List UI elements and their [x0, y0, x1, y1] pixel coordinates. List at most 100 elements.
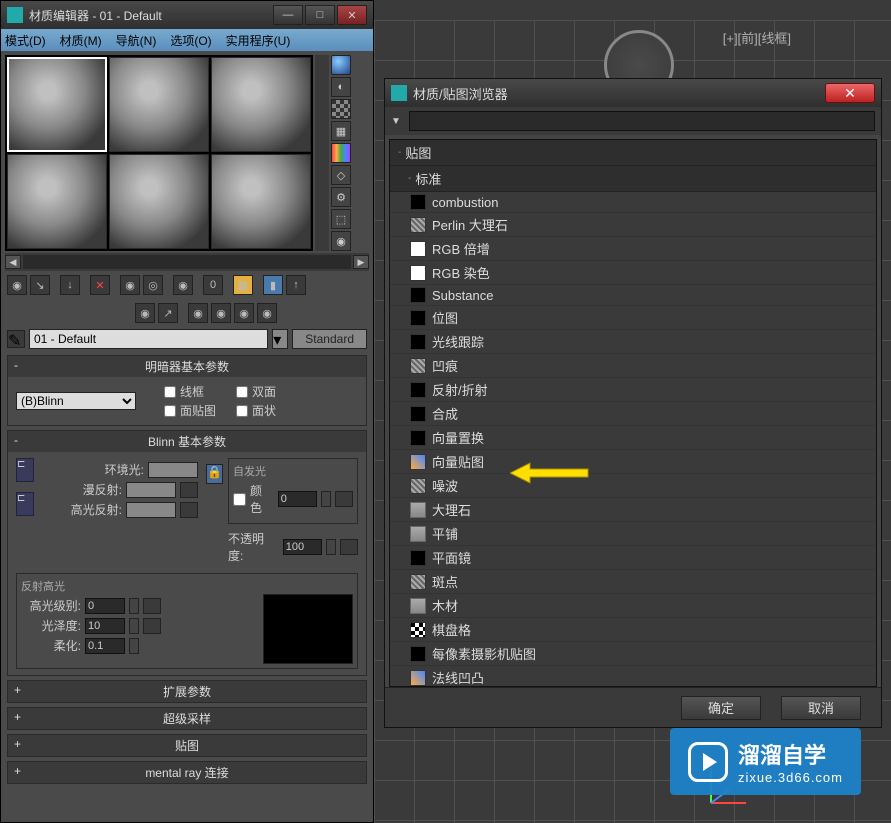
self-illum-value[interactable]: 0: [278, 491, 318, 507]
self-illum-map-button[interactable]: [335, 491, 353, 507]
diffuse-swatch[interactable]: [126, 482, 176, 498]
tree-item[interactable]: Substance: [390, 285, 876, 306]
material-editor-titlebar[interactable]: 材质编辑器 - 01 - Default — □ ✕: [1, 1, 373, 29]
video-color-icon[interactable]: [331, 143, 351, 163]
sample-slot-6[interactable]: [211, 154, 311, 249]
assign-to-selection-icon[interactable]: ↓: [60, 275, 80, 295]
opacity-value[interactable]: 100: [283, 539, 323, 555]
maximize-button[interactable]: □: [305, 5, 335, 25]
material-id-icon[interactable]: 0: [203, 275, 223, 295]
tree-item[interactable]: 光线跟踪: [390, 330, 876, 354]
make-preview-icon[interactable]: ◇: [331, 165, 351, 185]
ambient-diffuse-lock-icon[interactable]: ⊏: [16, 458, 34, 482]
tree-item[interactable]: 每像素摄影机贴图: [390, 642, 876, 666]
browser-close-button[interactable]: ✕: [825, 83, 875, 103]
menu-navigation[interactable]: 导航(N): [116, 32, 157, 49]
extra-tool-3-icon[interactable]: ◉: [234, 303, 254, 323]
soften-value[interactable]: 0.1: [85, 638, 125, 654]
specular-swatch[interactable]: [126, 502, 176, 518]
tree-item[interactable]: Perlin 大理石: [390, 213, 876, 237]
diffuse-specular-lock-icon[interactable]: ⊏: [16, 492, 34, 516]
soften-spinner[interactable]: [129, 638, 139, 654]
gloss-value[interactable]: 10: [85, 618, 125, 634]
go-to-parent-icon[interactable]: ↑: [286, 275, 306, 295]
menu-material[interactable]: 材质(M): [60, 32, 102, 49]
tree-item[interactable]: 法线凹凸: [390, 666, 876, 687]
material-type-button[interactable]: Standard: [292, 329, 367, 349]
get-material-icon[interactable]: ◉: [7, 275, 27, 295]
ambient-swatch[interactable]: [148, 462, 198, 478]
eyedropper-icon[interactable]: ✎: [7, 330, 25, 348]
tree-item[interactable]: 凹痕: [390, 354, 876, 378]
options-icon[interactable]: ⚙: [331, 187, 351, 207]
close-button[interactable]: ✕: [337, 5, 367, 25]
sample-slot-3[interactable]: [211, 57, 311, 152]
sample-hscroll[interactable]: ◀ ▶: [5, 253, 369, 271]
gloss-spinner[interactable]: [129, 618, 139, 634]
menu-utility[interactable]: 实用程序(U): [226, 32, 291, 49]
browser-tree[interactable]: -贴图 -标准 combustionPerlin 大理石RGB 倍增RGB 染色…: [389, 139, 877, 687]
ok-button[interactable]: 确定: [681, 696, 761, 720]
tree-item[interactable]: 大理石: [390, 498, 876, 522]
menu-options[interactable]: 选项(O): [170, 32, 211, 49]
tree-item[interactable]: 平铺: [390, 522, 876, 546]
rollout-header-extended[interactable]: +扩展参数: [8, 681, 366, 702]
tree-item[interactable]: RGB 倍增: [390, 237, 876, 261]
go-forward-icon[interactable]: ◉: [135, 303, 155, 323]
sample-slot-2[interactable]: [109, 57, 209, 152]
scroll-right-icon[interactable]: ▶: [353, 255, 369, 269]
shader-type-select[interactable]: (B)Blinn: [16, 392, 136, 410]
opacity-map-button[interactable]: [340, 539, 358, 555]
browser-search-input[interactable]: [409, 111, 875, 131]
sample-type-icon[interactable]: [331, 55, 351, 75]
extra-tool-4-icon[interactable]: ◉: [257, 303, 277, 323]
self-illum-spinner[interactable]: [321, 491, 331, 507]
background-icon[interactable]: [331, 99, 351, 119]
pick-from-object-icon[interactable]: ↗: [158, 303, 178, 323]
rollout-header-mentalray[interactable]: +mental ray 连接: [8, 762, 366, 783]
tree-item[interactable]: 位图: [390, 306, 876, 330]
minimize-button[interactable]: —: [273, 5, 303, 25]
put-to-scene-icon[interactable]: ↘: [30, 275, 50, 295]
face-map-checkbox[interactable]: [164, 405, 176, 417]
material-name-input[interactable]: [29, 329, 268, 349]
two-sided-checkbox[interactable]: [236, 386, 248, 398]
tree-item[interactable]: 棋盘格: [390, 618, 876, 642]
rollout-header-supersample[interactable]: +超级采样: [8, 708, 366, 729]
sample-vscroll[interactable]: [315, 55, 329, 251]
extra-tool-2-icon[interactable]: ◉: [211, 303, 231, 323]
tree-item[interactable]: 木材: [390, 594, 876, 618]
put-to-library-icon[interactable]: ◉: [173, 275, 193, 295]
tree-item[interactable]: combustion: [390, 192, 876, 213]
name-dropdown-icon[interactable]: ▾: [272, 329, 288, 349]
tree-item[interactable]: RGB 染色: [390, 261, 876, 285]
tree-item[interactable]: 反射/折射: [390, 378, 876, 402]
backlight-icon[interactable]: ◐: [331, 77, 351, 97]
tree-item[interactable]: 向量置换: [390, 426, 876, 450]
spec-level-spinner[interactable]: [129, 598, 139, 614]
browser-titlebar[interactable]: 材质/贴图浏览器 ✕: [385, 79, 881, 107]
scroll-left-icon[interactable]: ◀: [5, 255, 21, 269]
wireframe-checkbox[interactable]: [164, 386, 176, 398]
spec-level-map-button[interactable]: [143, 598, 161, 614]
specular-map-button[interactable]: [180, 502, 198, 518]
rollout-header-blinn[interactable]: - Blinn 基本参数: [8, 431, 366, 452]
tree-item[interactable]: 平面镜: [390, 546, 876, 570]
sample-slot-5[interactable]: [109, 154, 209, 249]
tree-group-maps[interactable]: -贴图: [390, 140, 876, 166]
sample-uv-icon[interactable]: ▦: [331, 121, 351, 141]
sample-slot-1[interactable]: [7, 57, 107, 152]
extra-tool-1-icon[interactable]: ◉: [188, 303, 208, 323]
tree-item[interactable]: 向量贴图: [390, 450, 876, 474]
show-end-result-icon[interactable]: ▮: [263, 275, 283, 295]
tree-group-standard[interactable]: -标准: [390, 166, 876, 192]
opacity-spinner[interactable]: [326, 539, 336, 555]
spec-level-value[interactable]: 0: [85, 598, 125, 614]
tree-item[interactable]: 合成: [390, 402, 876, 426]
self-illum-color-checkbox[interactable]: [233, 493, 246, 506]
rollout-header-shader[interactable]: - 明暗器基本参数: [8, 356, 366, 377]
faceted-checkbox[interactable]: [236, 405, 248, 417]
browser-options-dropdown-icon[interactable]: ▼: [391, 116, 405, 127]
diffuse-map-button[interactable]: [180, 482, 198, 498]
show-in-viewport-icon[interactable]: ▦: [233, 275, 253, 295]
